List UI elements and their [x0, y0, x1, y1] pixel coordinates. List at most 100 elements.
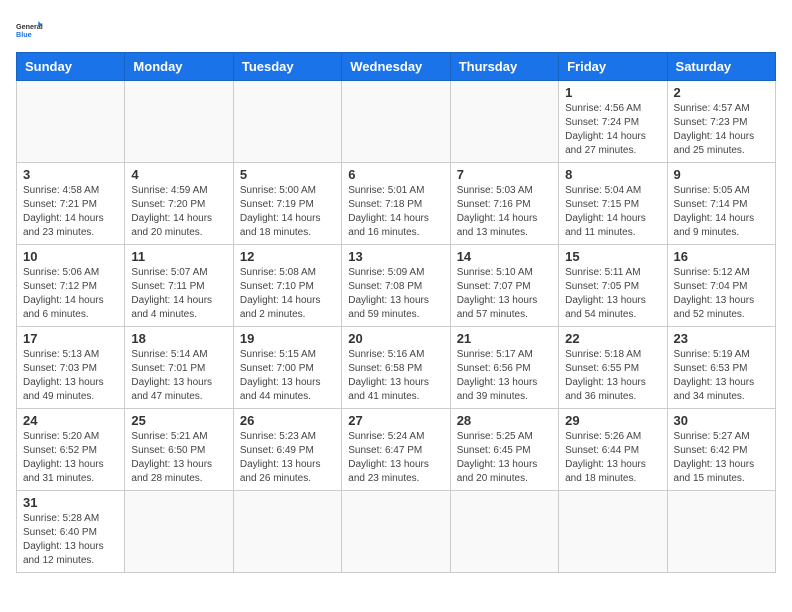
calendar-week-row: 3Sunrise: 4:58 AM Sunset: 7:21 PM Daylig…: [17, 163, 776, 245]
day-info: Sunrise: 5:17 AM Sunset: 6:56 PM Dayligh…: [457, 348, 552, 404]
calendar-week-row: 31Sunrise: 5:28 AM Sunset: 6:40 PM Dayli…: [17, 491, 776, 573]
day-of-week-header: Sunday: [17, 53, 125, 81]
day-number: 22: [565, 331, 660, 346]
calendar-day-cell: 12Sunrise: 5:08 AM Sunset: 7:10 PM Dayli…: [233, 245, 341, 327]
day-number: 4: [131, 167, 226, 182]
calendar-week-row: 10 Sunrise: 5:06 AM Sunset: 7:12 PM Dayli…: [17, 245, 776, 327]
day-info: Sunrise: 5:06 AM Sunset: 7:12 PM Dayligh…: [23, 266, 118, 322]
day-number: 10: [23, 249, 118, 264]
calendar-day-cell: 30 Sunrise: 5:27 AM Sunset: 6:42 PM Dayli…: [667, 409, 775, 491]
logo: GeneralBlue: [16, 16, 52, 44]
calendar-day-cell: [559, 491, 667, 573]
day-number: 21: [457, 331, 552, 346]
calendar-day-cell: 17 Sunrise: 5:13 AM Sunset: 7:03 PM Dayli…: [17, 327, 125, 409]
calendar-day-cell: 21 Sunrise: 5:17 AM Sunset: 6:56 PM Dayli…: [450, 327, 558, 409]
day-number: 6: [348, 167, 443, 182]
calendar-day-cell: 2 Sunrise: 4:57 AM Sunset: 7:23 PM Daylig…: [667, 81, 775, 163]
day-info: Sunrise: 5:11 AM Sunset: 7:05 PM Dayligh…: [565, 266, 660, 322]
day-info: Sunrise: 5:03 AM Sunset: 7:16 PM Dayligh…: [457, 184, 552, 240]
day-info: Sunrise: 5:13 AM Sunset: 7:03 PM Dayligh…: [23, 348, 118, 404]
calendar-day-cell: [667, 491, 775, 573]
day-info: Sunrise: 5:23 AM Sunset: 6:49 PM Dayligh…: [240, 430, 335, 486]
day-info: Sunrise: 5:27 AM Sunset: 6:42 PM Dayligh…: [674, 430, 769, 486]
calendar-table: SundayMondayTuesdayWednesdayThursdayFrid…: [16, 52, 776, 573]
day-of-week-header: Monday: [125, 53, 233, 81]
day-info: Sunrise: 5:28 AM Sunset: 6:40 PM Dayligh…: [23, 512, 118, 568]
calendar-day-cell: 25 Sunrise: 5:21 AM Sunset: 6:50 PM Dayli…: [125, 409, 233, 491]
day-number: 30: [674, 413, 769, 428]
day-info: Sunrise: 4:58 AM Sunset: 7:21 PM Dayligh…: [23, 184, 118, 240]
calendar-day-cell: 22 Sunrise: 5:18 AM Sunset: 6:55 PM Dayli…: [559, 327, 667, 409]
calendar-day-cell: 20Sunrise: 5:16 AM Sunset: 6:58 PM Dayli…: [342, 327, 450, 409]
calendar-day-cell: 1 Sunrise: 4:56 AM Sunset: 7:24 PM Daylig…: [559, 81, 667, 163]
day-info: Sunrise: 5:24 AM Sunset: 6:47 PM Dayligh…: [348, 430, 443, 486]
calendar-day-cell: 15 Sunrise: 5:11 AM Sunset: 7:05 PM Dayli…: [559, 245, 667, 327]
day-number: 9: [674, 167, 769, 182]
calendar-day-cell: 26 Sunrise: 5:23 AM Sunset: 6:49 PM Dayli…: [233, 409, 341, 491]
day-number: 18: [131, 331, 226, 346]
calendar-week-row: 1 Sunrise: 4:56 AM Sunset: 7:24 PM Daylig…: [17, 81, 776, 163]
day-info: Sunrise: 5:25 AM Sunset: 6:45 PM Dayligh…: [457, 430, 552, 486]
day-of-week-header: Saturday: [667, 53, 775, 81]
day-number: 24: [23, 413, 118, 428]
day-of-week-header: Wednesday: [342, 53, 450, 81]
day-number: 8: [565, 167, 660, 182]
calendar-day-cell: 6 Sunrise: 5:01 AM Sunset: 7:18 PM Daylig…: [342, 163, 450, 245]
calendar-day-cell: 31Sunrise: 5:28 AM Sunset: 6:40 PM Dayli…: [17, 491, 125, 573]
day-number: 5: [240, 167, 335, 182]
calendar-day-cell: [233, 81, 341, 163]
day-info: Sunrise: 5:21 AM Sunset: 6:50 PM Dayligh…: [131, 430, 226, 486]
day-of-week-header: Friday: [559, 53, 667, 81]
calendar-day-cell: 7Sunrise: 5:03 AM Sunset: 7:16 PM Daylig…: [450, 163, 558, 245]
day-number: 1: [565, 85, 660, 100]
calendar-week-row: 24 Sunrise: 5:20 AM Sunset: 6:52 PM Dayli…: [17, 409, 776, 491]
generalblue-logo-icon: GeneralBlue: [16, 16, 52, 44]
calendar-day-cell: 8Sunrise: 5:04 AM Sunset: 7:15 PM Daylig…: [559, 163, 667, 245]
day-number: 23: [674, 331, 769, 346]
day-number: 13: [348, 249, 443, 264]
day-of-week-header: Tuesday: [233, 53, 341, 81]
day-of-week-header: Thursday: [450, 53, 558, 81]
calendar-day-cell: 24 Sunrise: 5:20 AM Sunset: 6:52 PM Dayli…: [17, 409, 125, 491]
calendar-day-cell: 11Sunrise: 5:07 AM Sunset: 7:11 PM Dayli…: [125, 245, 233, 327]
day-info: Sunrise: 5:09 AM Sunset: 7:08 PM Dayligh…: [348, 266, 443, 322]
day-number: 29: [565, 413, 660, 428]
calendar-day-cell: 10 Sunrise: 5:06 AM Sunset: 7:12 PM Dayli…: [17, 245, 125, 327]
day-info: Sunrise: 4:57 AM Sunset: 7:23 PM Dayligh…: [674, 102, 769, 158]
svg-text:Blue: Blue: [16, 30, 32, 39]
day-info: Sunrise: 5:15 AM Sunset: 7:00 PM Dayligh…: [240, 348, 335, 404]
calendar-day-cell: [125, 81, 233, 163]
day-number: 16: [674, 249, 769, 264]
day-number: 25: [131, 413, 226, 428]
day-number: 26: [240, 413, 335, 428]
day-info: Sunrise: 5:00 AM Sunset: 7:19 PM Dayligh…: [240, 184, 335, 240]
day-info: Sunrise: 5:12 AM Sunset: 7:04 PM Dayligh…: [674, 266, 769, 322]
day-info: Sunrise: 5:18 AM Sunset: 6:55 PM Dayligh…: [565, 348, 660, 404]
day-number: 27: [348, 413, 443, 428]
day-info: Sunrise: 5:19 AM Sunset: 6:53 PM Dayligh…: [674, 348, 769, 404]
day-number: 15: [565, 249, 660, 264]
calendar-header-row: SundayMondayTuesdayWednesdayThursdayFrid…: [17, 53, 776, 81]
calendar-day-cell: 5 Sunrise: 5:00 AM Sunset: 7:19 PM Daylig…: [233, 163, 341, 245]
calendar-day-cell: [17, 81, 125, 163]
day-info: Sunrise: 4:56 AM Sunset: 7:24 PM Dayligh…: [565, 102, 660, 158]
calendar-day-cell: 3Sunrise: 4:58 AM Sunset: 7:21 PM Daylig…: [17, 163, 125, 245]
calendar-day-cell: 4 Sunrise: 4:59 AM Sunset: 7:20 PM Daylig…: [125, 163, 233, 245]
day-info: Sunrise: 5:01 AM Sunset: 7:18 PM Dayligh…: [348, 184, 443, 240]
calendar-week-row: 17 Sunrise: 5:13 AM Sunset: 7:03 PM Dayli…: [17, 327, 776, 409]
day-number: 17: [23, 331, 118, 346]
day-number: 19: [240, 331, 335, 346]
calendar-day-cell: 29 Sunrise: 5:26 AM Sunset: 6:44 PM Dayli…: [559, 409, 667, 491]
day-number: 2: [674, 85, 769, 100]
day-info: Sunrise: 4:59 AM Sunset: 7:20 PM Dayligh…: [131, 184, 226, 240]
day-info: Sunrise: 5:26 AM Sunset: 6:44 PM Dayligh…: [565, 430, 660, 486]
day-number: 14: [457, 249, 552, 264]
day-number: 12: [240, 249, 335, 264]
day-info: Sunrise: 5:16 AM Sunset: 6:58 PM Dayligh…: [348, 348, 443, 404]
day-info: Sunrise: 5:05 AM Sunset: 7:14 PM Dayligh…: [674, 184, 769, 240]
calendar-day-cell: 27 Sunrise: 5:24 AM Sunset: 6:47 PM Dayli…: [342, 409, 450, 491]
calendar-day-cell: 13 Sunrise: 5:09 AM Sunset: 7:08 PM Dayli…: [342, 245, 450, 327]
day-number: 11: [131, 249, 226, 264]
day-info: Sunrise: 5:20 AM Sunset: 6:52 PM Dayligh…: [23, 430, 118, 486]
calendar-day-cell: [450, 81, 558, 163]
